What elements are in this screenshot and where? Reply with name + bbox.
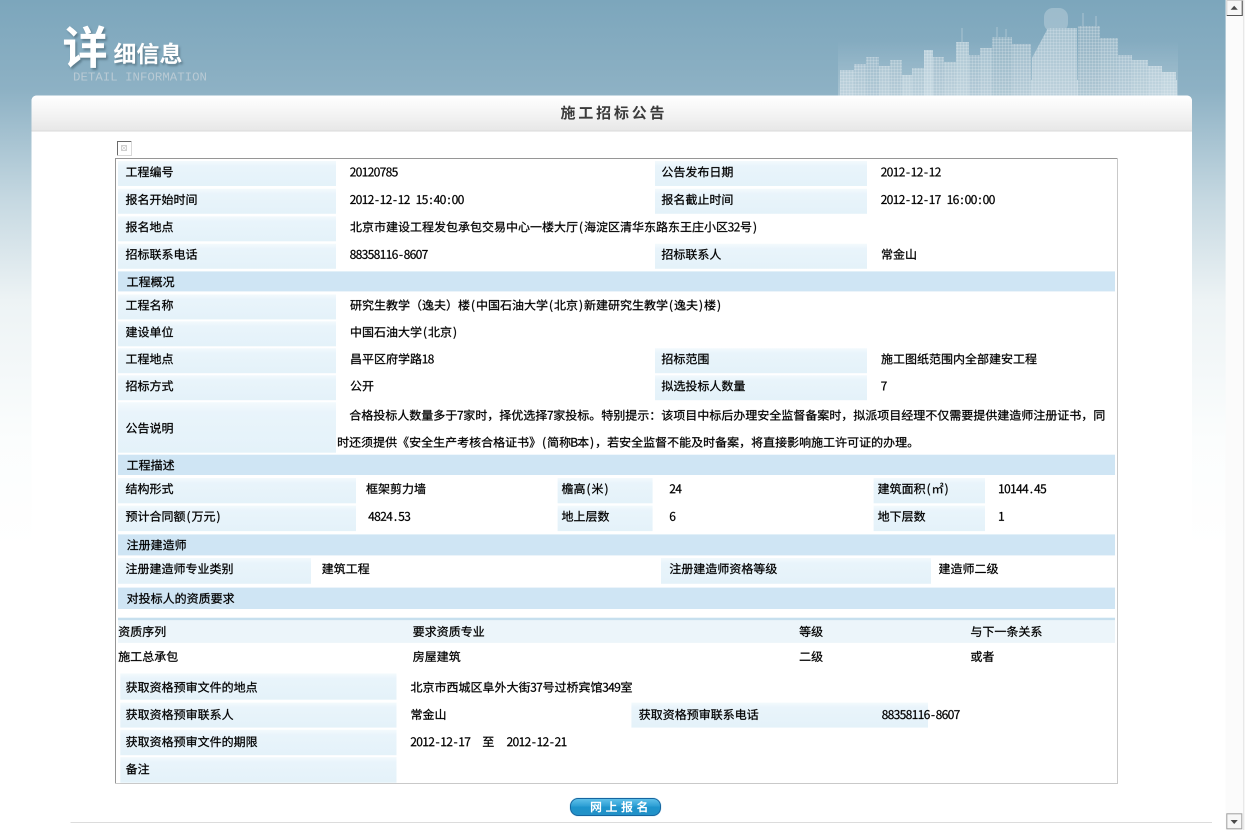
svg-text:DETAIL INFORMATION: DETAIL INFORMATION <box>73 71 207 84</box>
